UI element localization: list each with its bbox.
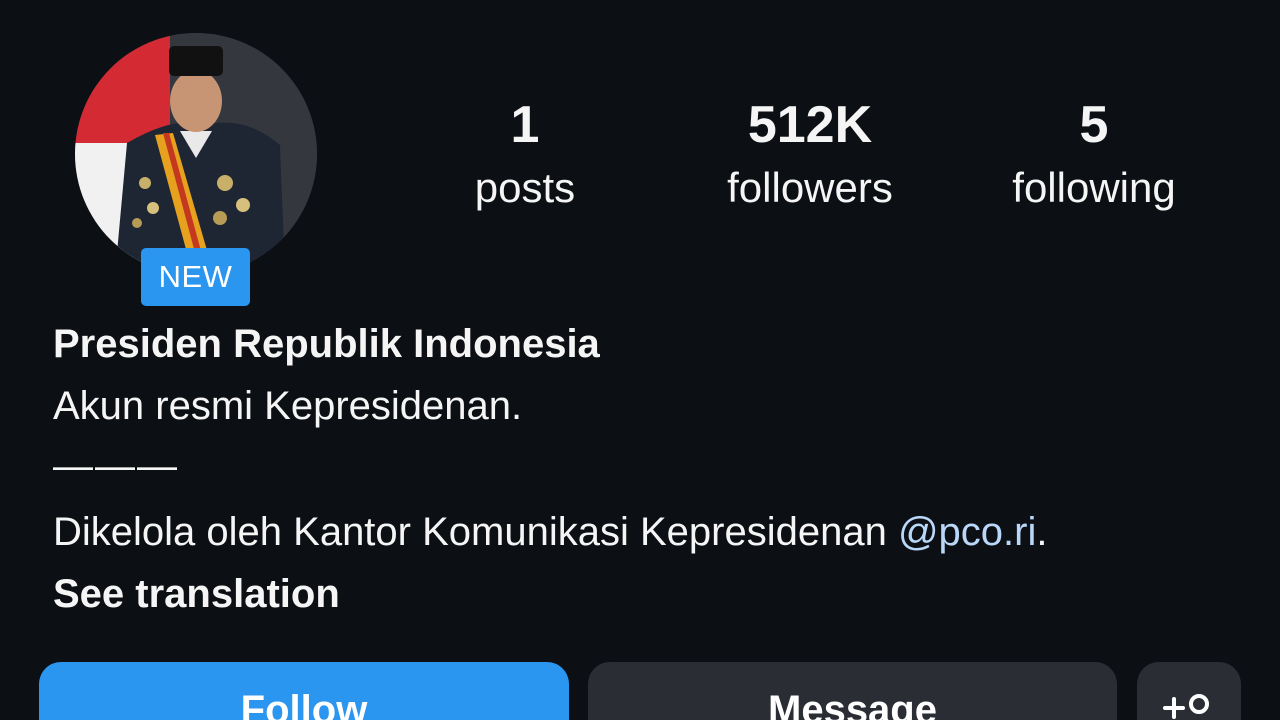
followers-count: 512K [747, 96, 873, 154]
bio-line-managed-by: Dikelola oleh Kantor Komunikasi Kepresid… [53, 506, 1048, 558]
display-name: Presiden Republik Indonesia [53, 322, 600, 366]
profile-avatar[interactable] [75, 33, 317, 275]
suggested-users-button[interactable] [1137, 662, 1241, 720]
followers-label: followers [727, 164, 893, 211]
bio-separator: ——— [53, 444, 179, 488]
bio-text: Dikelola oleh Kantor Komunikasi Kepresid… [53, 510, 898, 554]
bio-line: Akun resmi Kepresidenan. [53, 384, 523, 428]
avatar-image [75, 33, 317, 275]
follow-button[interactable]: Follow [39, 662, 569, 720]
bio-period: . [1036, 510, 1048, 554]
stat-followers[interactable]: 512K followers [680, 92, 940, 218]
profile-page: NEW 1 posts 512K followers 5 following P… [0, 0, 1280, 720]
posts-label: posts [474, 164, 576, 211]
add-user-icon [1163, 694, 1209, 719]
mention-link[interactable]: @pco.ri [898, 510, 1036, 554]
stat-following[interactable]: 5 following [964, 92, 1224, 218]
stat-posts[interactable]: 1 posts [395, 92, 655, 218]
posts-count: 1 [510, 96, 540, 154]
see-translation-link[interactable]: See translation [53, 568, 340, 620]
message-button[interactable]: Message [588, 662, 1117, 720]
following-label: following [1012, 164, 1176, 211]
new-badge: NEW [141, 248, 250, 306]
following-count: 5 [1079, 96, 1109, 154]
